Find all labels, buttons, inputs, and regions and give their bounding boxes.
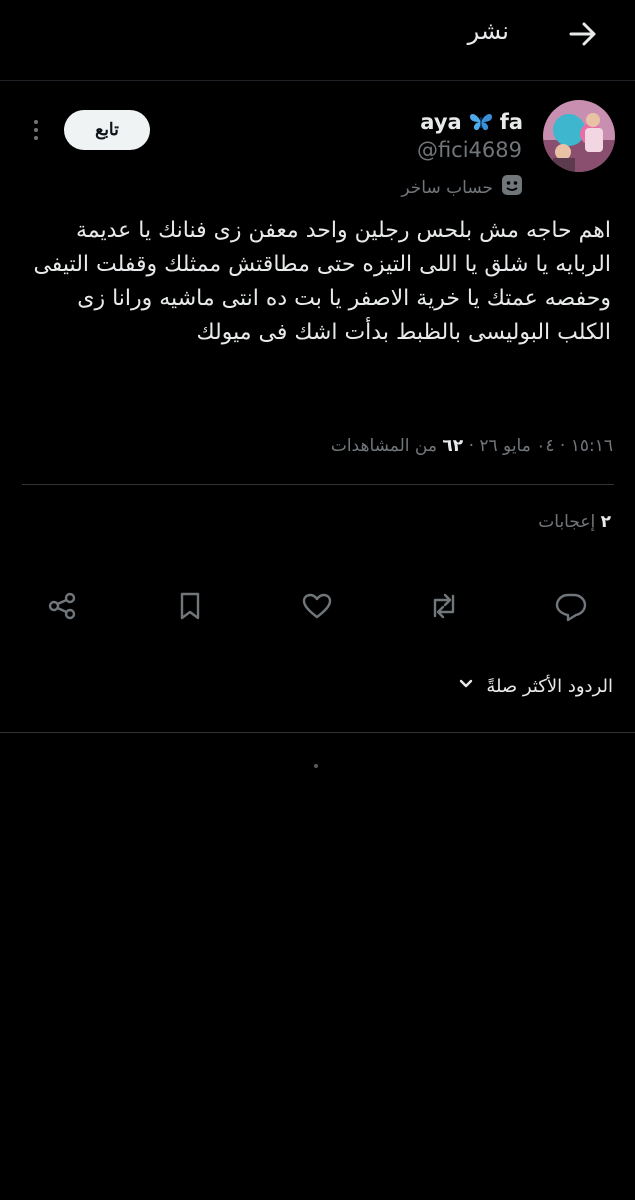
more-options-icon[interactable] bbox=[26, 112, 46, 148]
divider bbox=[22, 484, 614, 485]
repost-icon bbox=[433, 593, 455, 619]
post-timestamp[interactable]: ١٥:١٦ · ٠٤ مايو ٢٦ · bbox=[469, 436, 613, 456]
parody-badge-label: حساب ساخر bbox=[401, 177, 493, 198]
display-name-part-2: fa bbox=[499, 110, 523, 134]
author-display-name[interactable]: aya fa bbox=[420, 110, 523, 134]
post-meta: ١٥:١٦ · ٠٤ مايو ٢٦ · ٦٢ من المشاهدات bbox=[331, 436, 613, 456]
back-button[interactable] bbox=[565, 16, 601, 52]
share-button[interactable] bbox=[44, 588, 80, 624]
display-name-part-1: aya bbox=[420, 110, 462, 134]
likes-label: إعجابات bbox=[538, 512, 596, 532]
views-label: من المشاهدات bbox=[330, 436, 437, 456]
reply-icon bbox=[555, 593, 587, 622]
heart-icon bbox=[302, 593, 332, 619]
views-count: ٦٢ bbox=[442, 436, 464, 456]
arrow-right-icon bbox=[569, 22, 596, 46]
likes-row[interactable]: ٢ إعجابات bbox=[538, 512, 611, 532]
repost-button[interactable] bbox=[426, 588, 462, 624]
avatar[interactable] bbox=[543, 100, 615, 172]
follow-button[interactable]: تابع bbox=[64, 110, 150, 150]
share-icon bbox=[48, 592, 76, 620]
post-text: اهم حاجه مش بلحس رجلين واحد معفن زى فنان… bbox=[33, 218, 611, 345]
replies-sort-dropdown[interactable]: الردود الأكثر صلةً bbox=[458, 676, 613, 697]
page-title: نشر bbox=[467, 17, 509, 45]
theater-masks-icon bbox=[501, 174, 523, 201]
top-bar: نشر bbox=[0, 0, 635, 81]
loading-indicator bbox=[314, 764, 318, 768]
action-bar bbox=[0, 584, 635, 628]
parody-badge: حساب ساخر bbox=[401, 174, 523, 201]
likes-count: ٢ bbox=[600, 512, 611, 532]
replies-sort-label: الردود الأكثر صلةً bbox=[486, 676, 613, 697]
bookmark-icon bbox=[180, 592, 200, 620]
like-button[interactable] bbox=[299, 588, 335, 624]
author-handle[interactable]: @fici4689 bbox=[417, 138, 522, 162]
butterfly-icon bbox=[468, 111, 494, 133]
divider bbox=[0, 732, 635, 733]
reply-button[interactable] bbox=[553, 588, 589, 624]
chevron-down-icon bbox=[458, 676, 474, 697]
bookmark-button[interactable] bbox=[172, 588, 208, 624]
